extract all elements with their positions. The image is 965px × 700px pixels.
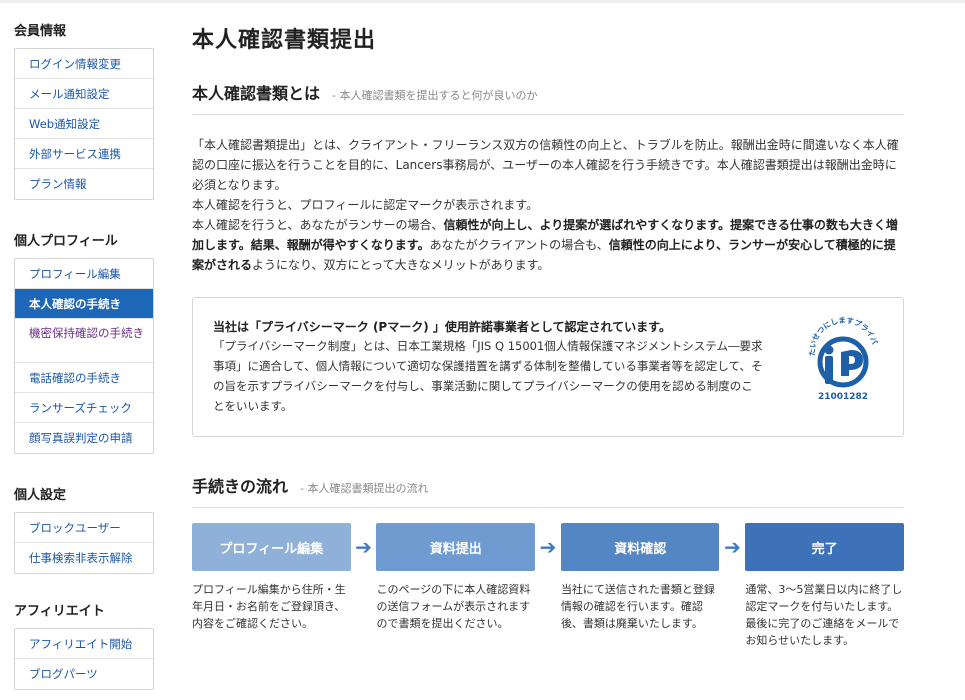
- about-p3-text-c: あなたがクライアントの場合も、: [429, 238, 609, 252]
- section-profile: 個人プロフィール プロフィール編集 本人確認の手続き 機密保持確認の手続き 電話…: [14, 230, 154, 454]
- about-note: - 本人確認書類を提出すると何が良いのか: [332, 89, 538, 102]
- flow-heading-row: 手続きの流れ - 本人確認書類提出の流れ: [192, 473, 904, 508]
- flow-note: - 本人確認書類提出の流れ: [300, 482, 429, 495]
- sidebar: 会員情報 ログイン情報変更 メール通知設定 Web通知設定 外部サービス連携 プ…: [14, 20, 154, 690]
- flow-step-label: 完了: [745, 523, 904, 571]
- flow-step-3: 資料確認 当社にて送信された書類と登録情報の確認を行います。確認後、書類は廃棄い…: [560, 523, 720, 632]
- flow-step-1: プロフィール編集 プロフィール編集から住所・生年月日・お名前をご登録頂き、内容を…: [192, 523, 351, 632]
- sidebar-item-job-hide[interactable]: 仕事検索非表示解除: [15, 543, 153, 573]
- nav-profile: プロフィール編集 本人確認の手続き 機密保持確認の手続き 電話確認の手続き ラン…: [14, 258, 154, 454]
- main-content: 本人確認書類提出 本人確認書類とは - 本人確認書類を提出すると何が良いのか 「…: [192, 22, 904, 649]
- flow-step-4: 完了 通常、3〜5営業日以内に終了し認定マークを付与いたします。最後に完了のご連…: [745, 523, 904, 649]
- section-title-member: 会員情報: [14, 24, 67, 39]
- about-heading: 本人確認書類とは: [192, 84, 321, 103]
- flow-step-label: 資料提出: [376, 523, 536, 571]
- privacy-text: 「プライバシーマーク制度」とは、日本工業規格「JIS Q 15001個人情報保護…: [213, 339, 763, 413]
- sidebar-item-profile-edit[interactable]: プロフィール編集: [15, 259, 153, 289]
- sidebar-item-block-users[interactable]: ブロックユーザー: [15, 513, 153, 543]
- nav-personal: ブロックユーザー 仕事検索非表示解除: [14, 512, 154, 574]
- flow-step-label: 資料確認: [560, 523, 720, 571]
- sidebar-item-lancers-check[interactable]: ランサーズチェック: [15, 393, 153, 423]
- about-description: 「本人確認書類提出」とは、クライアント・フリーランス双方の信頼性の向上と、トラブ…: [192, 135, 904, 275]
- about-paragraph-3: 本人確認を行うと、あなたがランサーの場合、信頼性が向上し、より提案が選ばれやすく…: [192, 215, 904, 275]
- sidebar-item-external[interactable]: 外部サービス連携: [15, 139, 153, 169]
- sidebar-item-affiliate-start[interactable]: アフィリエイト開始: [15, 629, 153, 659]
- section-title-affiliate: アフィリエイト: [14, 604, 105, 619]
- sidebar-item-plan[interactable]: プラン情報: [15, 169, 153, 199]
- arrow-right-icon: ➔: [724, 535, 741, 559]
- svg-text:たいせつにしますプライバシー: たいせつにしますプライバシー: [805, 312, 879, 356]
- privacy-mark-number: 21001282: [818, 392, 868, 402]
- flow-heading: 手続きの流れ: [192, 477, 289, 496]
- about-paragraph-2: 本人確認を行うと、プロフィールに認定マークが表示されます。: [192, 198, 539, 212]
- page-title: 本人確認書類提出: [192, 28, 377, 53]
- flow-step-text: プロフィール編集から住所・生年月日・お名前をご登録頂き、内容をご確認ください。: [192, 583, 346, 630]
- section-member: 会員情報 ログイン情報変更 メール通知設定 Web通知設定 外部サービス連携 プ…: [14, 20, 154, 200]
- section-affiliate: アフィリエイト アフィリエイト開始 ブログパーツ: [14, 600, 154, 690]
- sidebar-item-face-photo[interactable]: 顔写真誤判定の申請: [15, 423, 153, 453]
- arrow-right-icon: ➔: [539, 535, 557, 559]
- sidebar-item-identity[interactable]: 本人確認の手続き: [15, 289, 153, 319]
- nav-member: ログイン情報変更 メール通知設定 Web通知設定 外部サービス連携 プラン情報: [14, 48, 154, 200]
- nav-affiliate: アフィリエイト開始 ブログパーツ: [14, 628, 154, 690]
- flow-step-text: 当社にて送信された書類と登録情報の確認を行います。確認後、書類は廃棄いたします。: [560, 583, 715, 630]
- about-p3-text-e: ようになり、双方にとって大きなメリットがあります。: [252, 258, 550, 272]
- about-p3-text-a: 本人確認を行うと、あなたがランサーの場合、: [192, 218, 444, 232]
- sidebar-item-login[interactable]: ログイン情報変更: [15, 49, 153, 79]
- about-heading-row: 本人確認書類とは - 本人確認書類を提出すると何が良いのか: [192, 80, 904, 115]
- flow-step-2: 資料提出 このページの下に本人確認資料の送信フォームが表示されますので書類を提出…: [376, 523, 536, 632]
- privacy-mark-box: 当社は「プライバシーマーク (Pマーク) 」使用許諾事業者として認定されています…: [192, 297, 904, 437]
- privacy-mark-arc-text: たいせつにしますプライバシー: [805, 312, 879, 356]
- section-title-personal: 個人設定: [14, 488, 67, 503]
- section-title-profile: 個人プロフィール: [14, 234, 118, 249]
- sidebar-item-web-notify[interactable]: Web通知設定: [15, 109, 153, 139]
- section-personal: 個人設定 ブロックユーザー 仕事検索非表示解除: [14, 484, 154, 574]
- arrow-right-icon: ➔: [355, 535, 372, 559]
- flow-step-text: このページの下に本人確認資料の送信フォームが表示されますので書類を提出ください。: [376, 583, 531, 630]
- sidebar-item-phone[interactable]: 電話確認の手続き: [15, 363, 153, 393]
- flow-step-label: プロフィール編集: [192, 523, 351, 571]
- sidebar-item-blog-parts[interactable]: ブログパーツ: [15, 659, 153, 689]
- top-border: [0, 0, 965, 3]
- privacy-title: 当社は「プライバシーマーク (Pマーク) 」使用許諾事業者として認定されています…: [213, 320, 671, 334]
- sidebar-item-mail-notify[interactable]: メール通知設定: [15, 79, 153, 109]
- flow-steps: プロフィール編集 プロフィール編集から住所・生年月日・お名前をご登録頂き、内容を…: [192, 523, 904, 649]
- privacy-mark-logo: たいせつにしますプライバシー 21001282: [805, 312, 879, 402]
- sidebar-item-nda[interactable]: 機密保持確認の手続き: [15, 319, 153, 363]
- about-paragraph-1: 「本人確認書類提出」とは、クライアント・フリーランス双方の信頼性の向上と、トラブ…: [192, 138, 899, 192]
- flow-step-text: 通常、3〜5営業日以内に終了し認定マークを付与いたします。最後に完了のご連絡をメ…: [745, 583, 903, 647]
